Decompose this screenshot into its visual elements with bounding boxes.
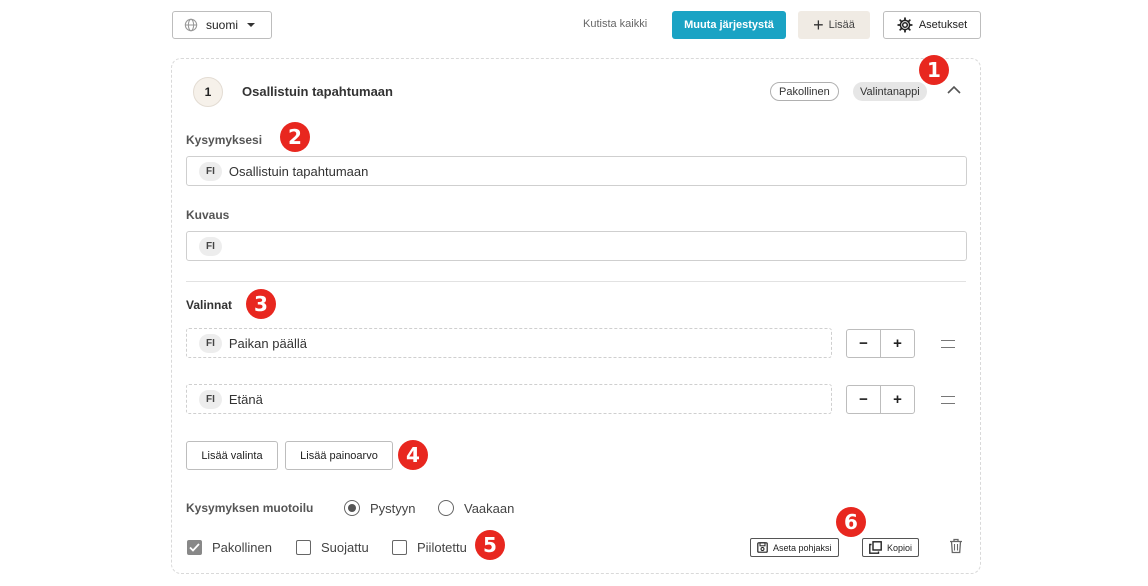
plus-button[interactable]: + xyxy=(881,386,914,413)
choice-stepper: − + xyxy=(846,385,915,414)
plus-icon: + xyxy=(813,15,824,35)
choices-label: Valinnat xyxy=(186,298,233,312)
lang-pill: FI xyxy=(199,389,222,409)
annotation-marker-2: 2 xyxy=(280,122,310,152)
question-number: 1 xyxy=(193,77,223,107)
lang-pill: FI xyxy=(199,333,222,353)
required-badge: Pakollinen xyxy=(770,82,839,101)
hidden-checkbox-label: Piilotettu xyxy=(417,540,467,555)
globe-icon xyxy=(184,18,198,32)
question-label: Kysymyksesi xyxy=(186,133,263,147)
radio-vertical[interactable] xyxy=(344,500,360,516)
minus-button[interactable]: − xyxy=(847,386,881,413)
plus-button[interactable]: + xyxy=(881,330,914,357)
hidden-checkbox[interactable] xyxy=(392,540,407,555)
trash-icon[interactable] xyxy=(949,538,963,554)
copy-button[interactable]: Kopioi xyxy=(862,538,920,557)
annotation-marker-5: 5 xyxy=(475,530,505,560)
drag-handle-icon[interactable] xyxy=(941,340,955,348)
settings-button[interactable]: Asetukset xyxy=(883,11,981,39)
annotation-marker-1: 1 xyxy=(919,55,949,85)
radio-horizontal-label: Vaakaan xyxy=(464,501,515,516)
protected-checkbox-label: Suojattu xyxy=(321,540,369,555)
add-choice-button[interactable]: Lisää valinta xyxy=(186,441,278,470)
choice-input[interactable]: FI Etänä xyxy=(186,384,832,414)
add-weight-button[interactable]: Lisää painoarvo xyxy=(285,441,393,470)
language-label: suomi xyxy=(206,18,239,32)
protected-checkbox[interactable] xyxy=(296,540,311,555)
collapse-all-link[interactable]: Kutista kaikki xyxy=(583,18,647,30)
divider xyxy=(186,281,966,282)
reorder-button[interactable]: Muuta järjestystä xyxy=(672,11,786,39)
required-checkbox[interactable] xyxy=(187,540,202,555)
lang-pill: FI xyxy=(199,161,222,181)
radio-horizontal[interactable] xyxy=(438,500,454,516)
choice-value: Etänä xyxy=(228,391,263,407)
settings-label: Asetukset xyxy=(918,19,968,31)
copy-icon xyxy=(869,541,882,554)
set-template-label: Aseta pohjaksi xyxy=(773,542,832,553)
choice-input[interactable]: FI Paikan päällä xyxy=(186,328,832,358)
chevron-up-icon[interactable] xyxy=(947,85,961,95)
format-label: Kysymyksen muotoilu xyxy=(186,501,314,515)
gear-icon xyxy=(897,17,913,33)
annotation-marker-4: 4 xyxy=(398,440,428,470)
add-button[interactable]: + Lisää xyxy=(798,11,870,39)
required-checkbox-label: Pakollinen xyxy=(212,540,272,555)
choice-stepper: − + xyxy=(846,329,915,358)
check-icon xyxy=(189,543,200,552)
copy-label: Kopioi xyxy=(887,542,913,553)
drag-handle-icon[interactable] xyxy=(941,396,955,404)
set-template-button[interactable]: Aseta pohjaksi xyxy=(750,538,839,557)
annotation-marker-6: 6 xyxy=(836,507,866,537)
description-input[interactable]: FI xyxy=(186,231,967,261)
add-label: Lisää xyxy=(828,19,855,31)
question-type-badge: Valintanappi xyxy=(853,82,927,101)
question-input[interactable]: FI Osallistuin tapahtumaan xyxy=(186,156,967,186)
question-input-value: Osallistuin tapahtumaan xyxy=(228,163,369,179)
save-icon xyxy=(757,542,768,553)
annotation-marker-3: 3 xyxy=(246,289,276,319)
description-label: Kuvaus xyxy=(186,208,230,222)
chevron-down-icon xyxy=(247,23,256,27)
minus-button[interactable]: − xyxy=(847,330,881,357)
lang-pill: FI xyxy=(199,236,222,256)
choice-value: Paikan päällä xyxy=(228,335,307,351)
language-select[interactable]: suomi xyxy=(172,11,272,39)
question-title[interactable]: Osallistuin tapahtumaan xyxy=(242,84,393,99)
radio-vertical-label: Pystyyn xyxy=(370,501,416,516)
